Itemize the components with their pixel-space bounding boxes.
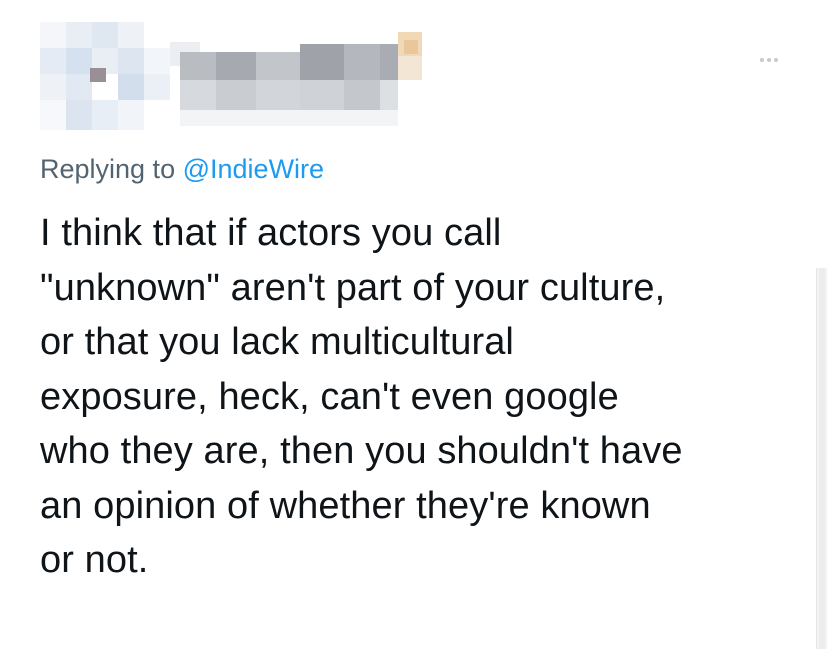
tweet-text: I think that if actors you call "unknown… <box>40 206 800 588</box>
tweet-text-line: exposure, heck, can't even google <box>40 375 619 418</box>
tweet-header <box>0 0 828 140</box>
tweet-text-line: who they are, then you shouldn't have <box>40 430 683 472</box>
tweet-text-line: or that you lack multicultural <box>40 321 514 363</box>
scrollbar[interactable] <box>816 268 827 649</box>
reply-mention-link[interactable]: @IndieWire <box>183 154 324 184</box>
more-horizontal-icon <box>760 58 764 62</box>
scrollbar-thumb[interactable] <box>819 268 825 649</box>
replying-to-label: Replying to <box>40 154 176 184</box>
tweet-text-line: "unknown" aren't part of your culture, <box>40 266 666 309</box>
replying-to-line: Replying to @IndieWire <box>40 152 324 186</box>
tweet-text-line: or not. <box>40 539 149 581</box>
more-options-button[interactable] <box>752 48 786 72</box>
pixelated-author-block <box>40 22 450 130</box>
author-name[interactable] <box>170 22 450 130</box>
tweet-text-line: I think that if actors you call <box>40 212 502 254</box>
avatar[interactable] <box>40 22 170 130</box>
tweet-text-line: an opinion of whether they're known <box>40 484 651 527</box>
